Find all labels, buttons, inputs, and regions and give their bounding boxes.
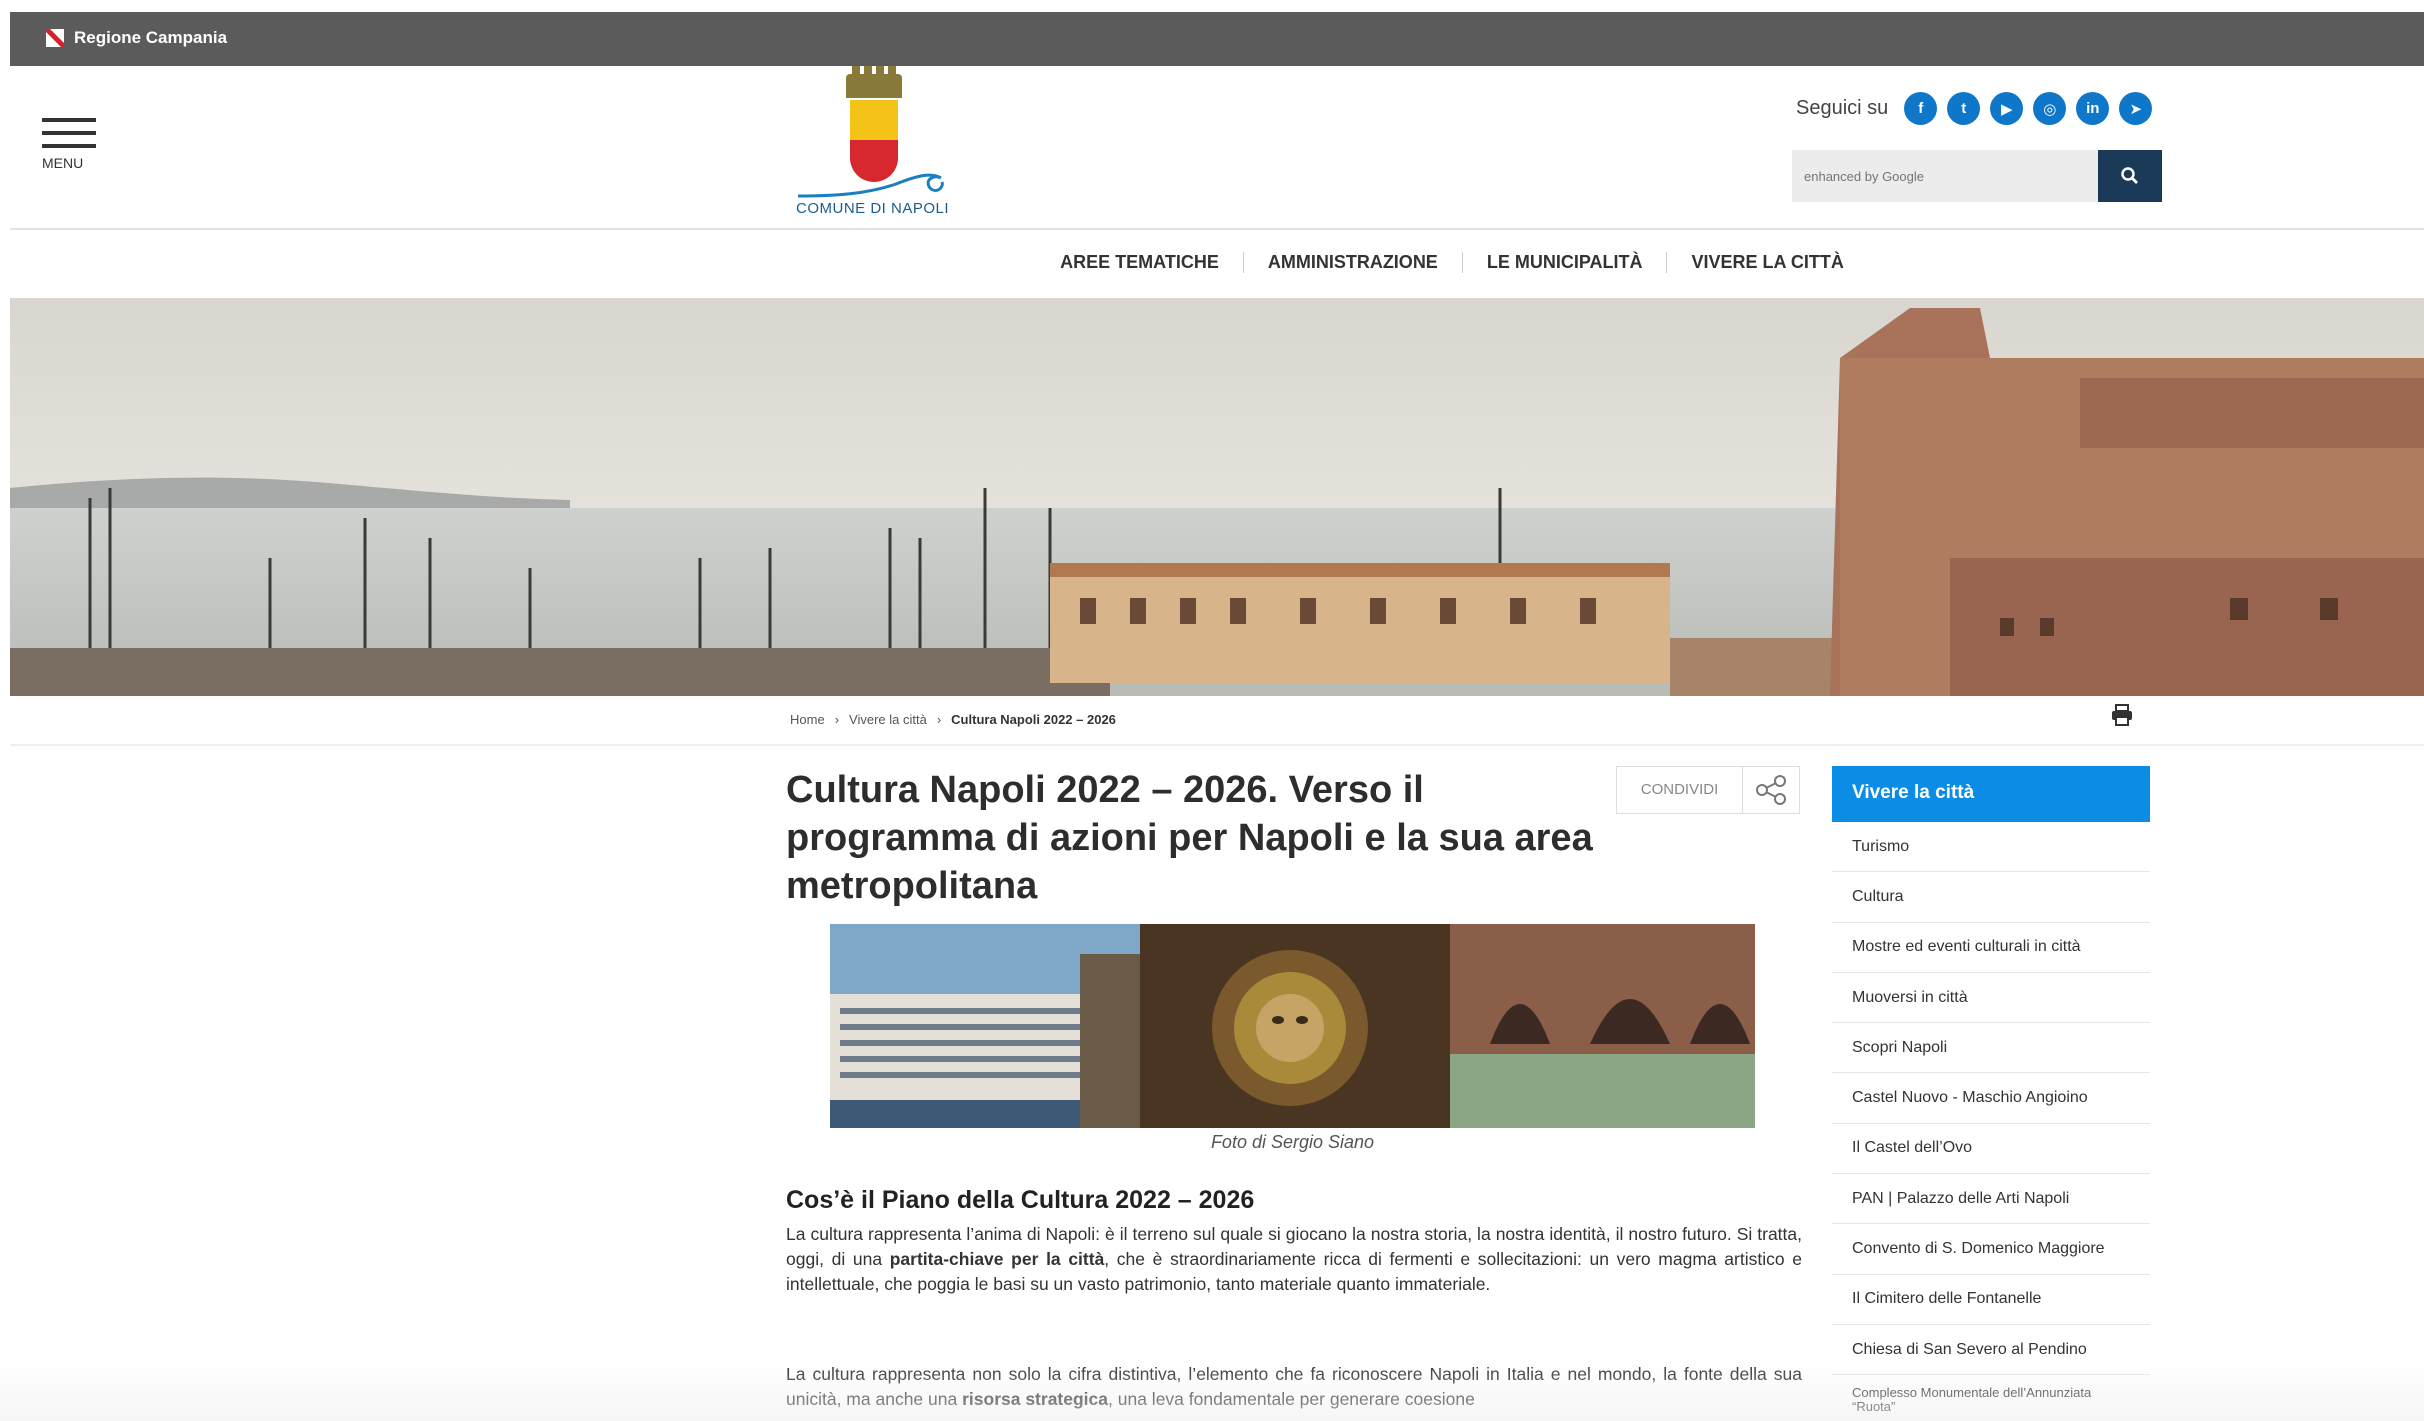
breadcrumb-separator: ›: [936, 712, 942, 727]
breadcrumb-home[interactable]: Home: [790, 712, 825, 727]
sidebar-item-mostre[interactable]: Mostre ed eventi culturali in città: [1832, 923, 2150, 973]
telegram-icon[interactable]: ➤: [2119, 92, 2153, 125]
nav-vivere-la-citta[interactable]: VIVERE LA CITTÀ: [1666, 252, 1867, 273]
comune-logo[interactable]: COMUNE DI NAPOLI: [786, 66, 976, 224]
nav-amministrazione[interactable]: AMMINISTRAZIONE: [1242, 252, 1462, 273]
instagram-icon[interactable]: ◎: [2033, 92, 2067, 125]
search-button[interactable]: [2098, 150, 2162, 202]
share-button[interactable]: CONDIVIDI: [1616, 766, 1800, 814]
comune-name: COMUNE DI NAPOLI: [796, 200, 950, 217]
nav-aree-tematiche[interactable]: AREE TEMATICHE: [1036, 252, 1243, 273]
sidebar-item-san-severo[interactable]: Chiesa di San Severo al Pendino: [1832, 1325, 2150, 1376]
social-label: Seguici su: [1796, 97, 1889, 119]
sidebar-item-scopri-napoli[interactable]: Scopri Napoli: [1832, 1023, 2150, 1074]
youtube-icon[interactable]: ▶: [1990, 92, 2024, 125]
menu-label: MENU: [42, 155, 84, 171]
section-title: Cos’è il Piano della Cultura 2022 – 2026: [786, 1186, 1255, 1214]
site-header: MENU COMUNE DI NAPOLI Seguici su f t ▶ ◎…: [10, 66, 2424, 230]
print-icon[interactable]: [2110, 704, 2134, 726]
main-nav: AREE TEMATICHE AMMINISTRAZIONE LE MUNICI…: [0, 252, 2424, 273]
breadcrumb-vivere[interactable]: Vivere la città: [849, 712, 927, 727]
divider: [10, 744, 2424, 746]
menu-button[interactable]: MENU: [42, 118, 102, 171]
article-paragraph: La cultura rappresenta l’anima di Napoli…: [786, 1224, 1802, 1294]
sidebar-item-pan[interactable]: PAN | Palazzo delle Arti Napoli: [1832, 1174, 2150, 1225]
sidebar-item-cultura[interactable]: Cultura: [1832, 872, 2150, 923]
sidebar-item-convento[interactable]: Convento di S. Domenico Maggiore: [1832, 1224, 2150, 1275]
sidebar-item-fontanelle[interactable]: Il Cimitero delle Fontanelle: [1832, 1275, 2150, 1325]
breadcrumb-current: Cultura Napoli 2022 – 2026: [951, 712, 1116, 727]
sidebar-item-muoversi[interactable]: Muoversi in città: [1832, 973, 2150, 1024]
article-paragraph: La cultura rappresenta non solo la cifra…: [786, 1364, 1802, 1409]
share-label: CONDIVIDI: [1617, 767, 1743, 813]
sidebar-nav: Vivere la città Turismo Cultura Mostre e…: [1832, 766, 2150, 1421]
photo-caption: Foto di Sergio Siano: [1210, 1132, 1375, 1152]
article-photo: [830, 924, 1755, 1128]
shield-icon: [850, 100, 898, 140]
search-form: [1792, 150, 2162, 202]
linkedin-icon[interactable]: in: [2076, 92, 2110, 125]
sidebar-item-annunziata[interactable]: Complesso Monumentale dell’Annunziata “R…: [1832, 1375, 2150, 1421]
region-label: Regione Campania: [74, 28, 228, 47]
highlight-text: partita-chiave per la città: [889, 1249, 1105, 1269]
crown-icon: [846, 66, 902, 98]
nav-municipalita[interactable]: LE MUNICIPALITÀ: [1461, 252, 1667, 273]
sidebar-item-turismo[interactable]: Turismo: [1832, 822, 2150, 873]
region-topbar: Regione Campania: [10, 12, 2424, 66]
region-flag-icon: [46, 29, 64, 47]
region-link[interactable]: Regione Campania: [46, 28, 227, 48]
wave-icon: [797, 173, 944, 198]
search-icon: [2121, 167, 2138, 184]
breadcrumb: Home › Vivere la città › Cultura Napoli …: [790, 712, 1116, 727]
share-icon: [1756, 775, 1786, 805]
sidebar-item-castel-ovo[interactable]: Il Castel dell’Ovo: [1832, 1124, 2150, 1175]
hero-image: [10, 298, 2424, 696]
sidebar-item-castel-nuovo[interactable]: Castel Nuovo - Maschio Angioino: [1832, 1073, 2150, 1124]
twitter-icon[interactable]: t: [1947, 92, 1981, 125]
social-bar: Seguici su f t ▶ ◎ in ➤: [1796, 92, 2153, 125]
breadcrumb-separator: ›: [834, 712, 840, 727]
highlight-text: risorsa strategica: [962, 1389, 1109, 1409]
page-title: Cultura Napoli 2022 – 2026. Verso il pro…: [786, 769, 1593, 907]
sidebar-heading[interactable]: Vivere la città: [1832, 766, 2150, 822]
facebook-icon[interactable]: f: [1904, 92, 1938, 125]
hamburger-icon: [42, 118, 96, 122]
search-input[interactable]: [1792, 150, 2098, 202]
